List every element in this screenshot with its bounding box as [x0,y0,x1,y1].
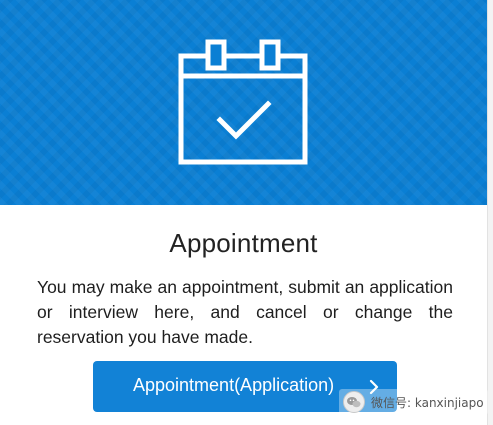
card-title: Appointment [169,228,318,258]
wechat-logo-icon [343,391,365,413]
right-edge-divider [487,0,493,425]
card-description: You may make an appointment, submit an a… [37,277,453,347]
button-label: Appointment(Application) [133,375,335,395]
hero-banner [0,0,487,205]
watermark-text: 微信号: kanxinjiapo [371,395,484,410]
calendar-check-icon [178,39,308,165]
appointment-card: Appointment You may make an appointment,… [0,0,493,425]
watermark: 微信号: kanxinjiapo [339,389,488,415]
